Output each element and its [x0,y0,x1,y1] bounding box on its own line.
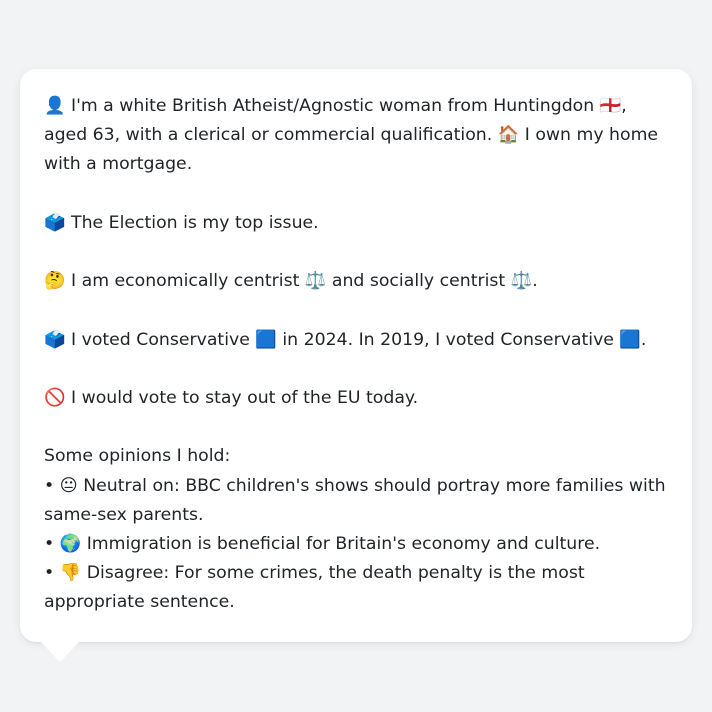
message-bubble: 👤 I'm a white British Atheist/Agnostic w… [20,69,692,642]
votes-text: 🗳️ I voted Conservative 🟦 in 2024. In 20… [44,329,647,350]
bubble-tail [40,641,80,662]
eu-text: 🚫 I would vote to stay out of the EU tod… [44,387,419,408]
ideology-text: 🤔 I am economically centrist ⚖️ and soci… [44,271,538,292]
opinions-heading: Some opinions I hold: [44,446,231,467]
opinion-item: • 👎 Disagree: For some crimes, the death… [44,563,585,613]
top-issue-text: 🗳️ The Election is my top issue. [44,212,319,233]
opinion-item: • 🌍 Immigration is beneficial for Britai… [44,533,601,554]
opinion-item: • 😐 Neutral on: BBC children's shows sho… [44,475,666,525]
intro-text: 👤 I'm a white British Atheist/Agnostic w… [44,96,659,175]
